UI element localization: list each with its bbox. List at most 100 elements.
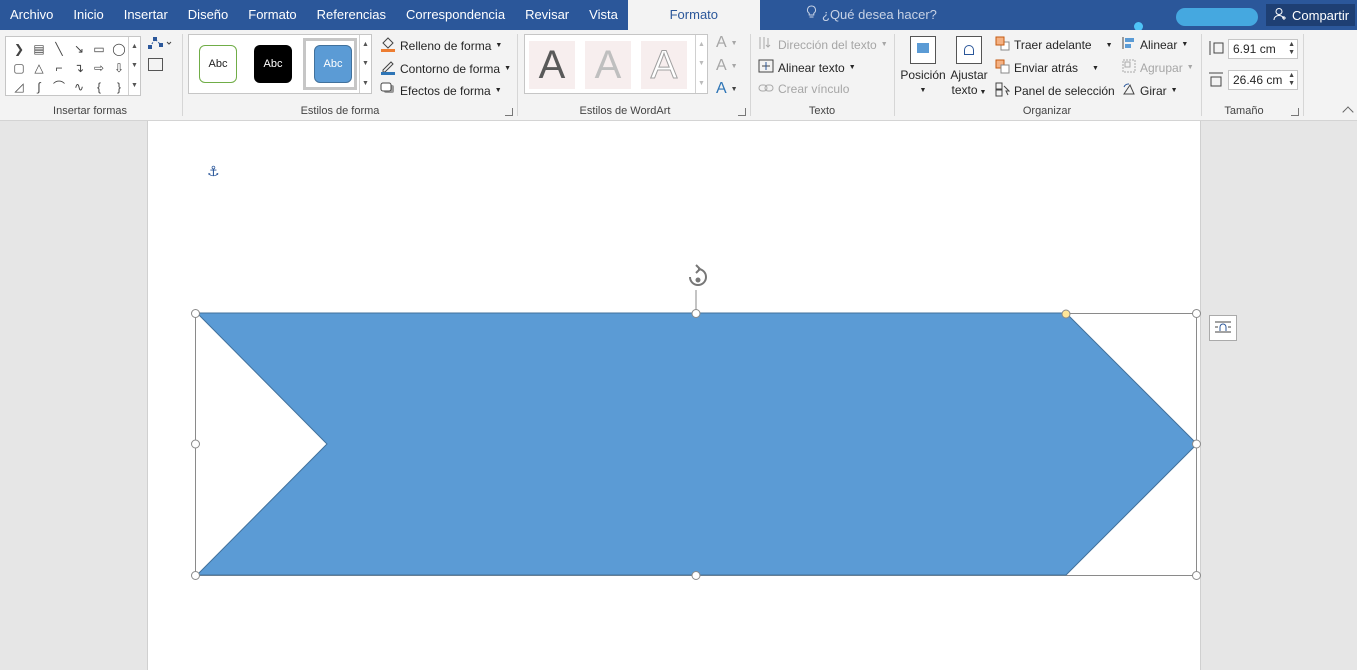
- left-brace-shape-icon[interactable]: {: [89, 77, 109, 96]
- tab-revisar[interactable]: Revisar: [515, 0, 579, 30]
- shape-effects-button[interactable]: Efectos de forma ▼: [380, 82, 502, 99]
- resize-handle-right[interactable]: [1192, 439, 1201, 449]
- send-backward-button[interactable]: Enviar atrás ▼: [995, 59, 1099, 77]
- shape-style-blue[interactable]: Abc: [314, 45, 352, 83]
- shapes-gallery-scroll[interactable]: ▲ ▼ ▼: [128, 37, 140, 95]
- edit-shape-icon[interactable]: [148, 36, 174, 53]
- shape-width-input[interactable]: 26.46 cm ▲ ▼: [1228, 70, 1298, 90]
- resize-handle-top[interactable]: [691, 309, 701, 318]
- wrap-text-button[interactable]: Ajustar texto ▼: [948, 36, 990, 100]
- chevron-shape-icon[interactable]: ❯: [9, 39, 29, 58]
- shape-outline-button[interactable]: Contorno de forma ▼: [380, 59, 511, 78]
- resize-handle-bottom[interactable]: [691, 571, 701, 580]
- right-arrow-shape-icon[interactable]: ⇨: [89, 58, 109, 77]
- shape-fill-button[interactable]: Relleno de forma ▼: [380, 36, 502, 55]
- resize-handle-left[interactable]: [191, 439, 200, 449]
- tab-diseno[interactable]: Diseño: [178, 0, 238, 30]
- wordart-style-dark[interactable]: A: [529, 41, 575, 89]
- shape-styles-gallery[interactable]: Abc Abc Abc ▲ ▼ ▼: [188, 34, 372, 94]
- selection-pane-button[interactable]: Panel de selección: [995, 82, 1115, 100]
- share-button[interactable]: Compartir: [1266, 4, 1355, 26]
- dialog-launcher-icon[interactable]: [505, 108, 513, 116]
- redaction-blob: [1176, 8, 1258, 26]
- scroll-down-icon[interactable]: ▼: [362, 60, 369, 67]
- right-brace-shape-icon[interactable]: }: [109, 77, 129, 96]
- tab-vista[interactable]: Vista: [579, 0, 628, 30]
- wordart-scroll[interactable]: ▲ ▼ ▼: [695, 35, 707, 93]
- shape-style-outline-green[interactable]: Abc: [199, 45, 237, 83]
- scroll-up-icon[interactable]: ▲: [131, 43, 138, 50]
- layout-options-button[interactable]: [1209, 315, 1237, 341]
- draw-textbox-icon[interactable]: [148, 58, 163, 71]
- tab-archivo[interactable]: Archivo: [0, 0, 63, 30]
- rounded-rect-shape-icon[interactable]: ▢: [9, 58, 29, 77]
- group-label: Agrupar: [1140, 60, 1183, 75]
- separator: [894, 34, 895, 116]
- line-shape-icon[interactable]: ╲: [49, 39, 69, 58]
- scroll-up-icon[interactable]: ▲: [698, 41, 705, 48]
- tab-referencias[interactable]: Referencias: [307, 0, 396, 30]
- resize-handle-bottom-right[interactable]: [1192, 571, 1201, 580]
- dialog-launcher-icon[interactable]: [1291, 108, 1299, 116]
- more-icon[interactable]: ▼: [362, 80, 369, 87]
- dialog-launcher-icon[interactable]: [738, 108, 746, 116]
- shape-styles-scroll[interactable]: ▲ ▼ ▼: [359, 35, 371, 93]
- shape-effects-label: Efectos de forma: [400, 83, 491, 98]
- tab-correspondencia[interactable]: Correspondencia: [396, 0, 515, 30]
- resize-handle-top-left[interactable]: [191, 309, 200, 318]
- scroll-down-icon[interactable]: ▼: [698, 60, 705, 67]
- text-effects-icon[interactable]: A ▼: [716, 80, 738, 98]
- position-button[interactable]: Posición ▼: [900, 36, 946, 98]
- effects-icon: [380, 82, 396, 99]
- align-text-button[interactable]: Alinear texto ▼: [758, 59, 856, 76]
- arrow-line-shape-icon[interactable]: ↘: [69, 39, 89, 58]
- scribble-shape-icon[interactable]: ∫: [29, 77, 49, 96]
- oval-shape-icon[interactable]: ◯: [109, 39, 129, 58]
- rotate-button[interactable]: Girar ▼: [1122, 82, 1178, 99]
- tab-insertar[interactable]: Insertar: [114, 0, 178, 30]
- tab-formato-dibujo[interactable]: Formato: [627, 0, 760, 30]
- textbox-shape-icon[interactable]: ▤: [29, 39, 49, 58]
- group-label-wordart-styles: Estilos de WordArt: [579, 105, 671, 117]
- adjustment-handle[interactable]: [1061, 309, 1071, 319]
- more-icon[interactable]: ▼: [698, 80, 705, 87]
- collapse-ribbon-icon[interactable]: [1342, 106, 1354, 118]
- tab-inicio[interactable]: Inicio: [63, 0, 113, 30]
- freeform-shape-icon[interactable]: ◿: [9, 77, 29, 96]
- more-icon[interactable]: ▼: [131, 82, 138, 89]
- layout-options-icon: [1214, 320, 1232, 337]
- rectangle-shape-icon[interactable]: ▭: [89, 39, 109, 58]
- wordart-gallery[interactable]: A A A ▲ ▼ ▼: [524, 34, 708, 94]
- align-button[interactable]: Alinear ▼: [1122, 36, 1188, 53]
- tell-me-box[interactable]: ¿Qué desea hacer?: [806, 0, 937, 30]
- scroll-up-icon[interactable]: ▲: [362, 41, 369, 48]
- curve-shape-icon[interactable]: ∿: [69, 77, 89, 96]
- tab-formato-doc[interactable]: Formato: [238, 0, 306, 30]
- text-fill-icon[interactable]: A ▼: [716, 34, 738, 52]
- group-button[interactable]: Agrupar ▼: [1122, 59, 1194, 76]
- shapes-gallery[interactable]: ❯ ▤ ╲ ↘ ▭ ◯ ▢ △ ⌐ ↴ ⇨ ⇩ ◿ ∫ ⌒ ∿ { } ▲ ▼ …: [5, 36, 141, 96]
- chevron-shape[interactable]: [195, 312, 1198, 576]
- elbow-connector-shape-icon[interactable]: ⌐: [49, 58, 69, 77]
- arc-shape-icon[interactable]: ⌒: [49, 77, 69, 96]
- height-spinner[interactable]: ▲ ▼: [1288, 41, 1295, 57]
- width-spinner[interactable]: ▲ ▼: [1288, 72, 1295, 88]
- elbow-arrow-shape-icon[interactable]: ↴: [69, 58, 89, 77]
- create-link-button[interactable]: Crear vínculo: [758, 82, 849, 96]
- text-direction-button[interactable]: Dirección del texto ▼: [758, 36, 888, 53]
- wordart-style-light[interactable]: A: [585, 41, 631, 89]
- text-outline-icon[interactable]: A ▼: [716, 57, 738, 75]
- rotate-label: Girar: [1140, 83, 1167, 98]
- dropdown-icon: ▼: [977, 89, 987, 96]
- wordart-style-outline[interactable]: A: [641, 41, 687, 89]
- shape-height-input[interactable]: 6.91 cm ▲ ▼: [1228, 39, 1298, 59]
- down-arrow-shape-icon[interactable]: ⇩: [109, 58, 129, 77]
- shape-style-black[interactable]: Abc: [254, 45, 292, 83]
- triangle-shape-icon[interactable]: △: [29, 58, 49, 77]
- bring-forward-button[interactable]: Traer adelante ▼: [995, 36, 1113, 54]
- dropdown-icon: ▼: [1181, 41, 1189, 48]
- pen-icon: [380, 59, 396, 78]
- resize-handle-top-right[interactable]: [1192, 309, 1201, 318]
- scroll-down-icon[interactable]: ▼: [131, 62, 138, 69]
- resize-handle-bottom-left[interactable]: [191, 571, 200, 580]
